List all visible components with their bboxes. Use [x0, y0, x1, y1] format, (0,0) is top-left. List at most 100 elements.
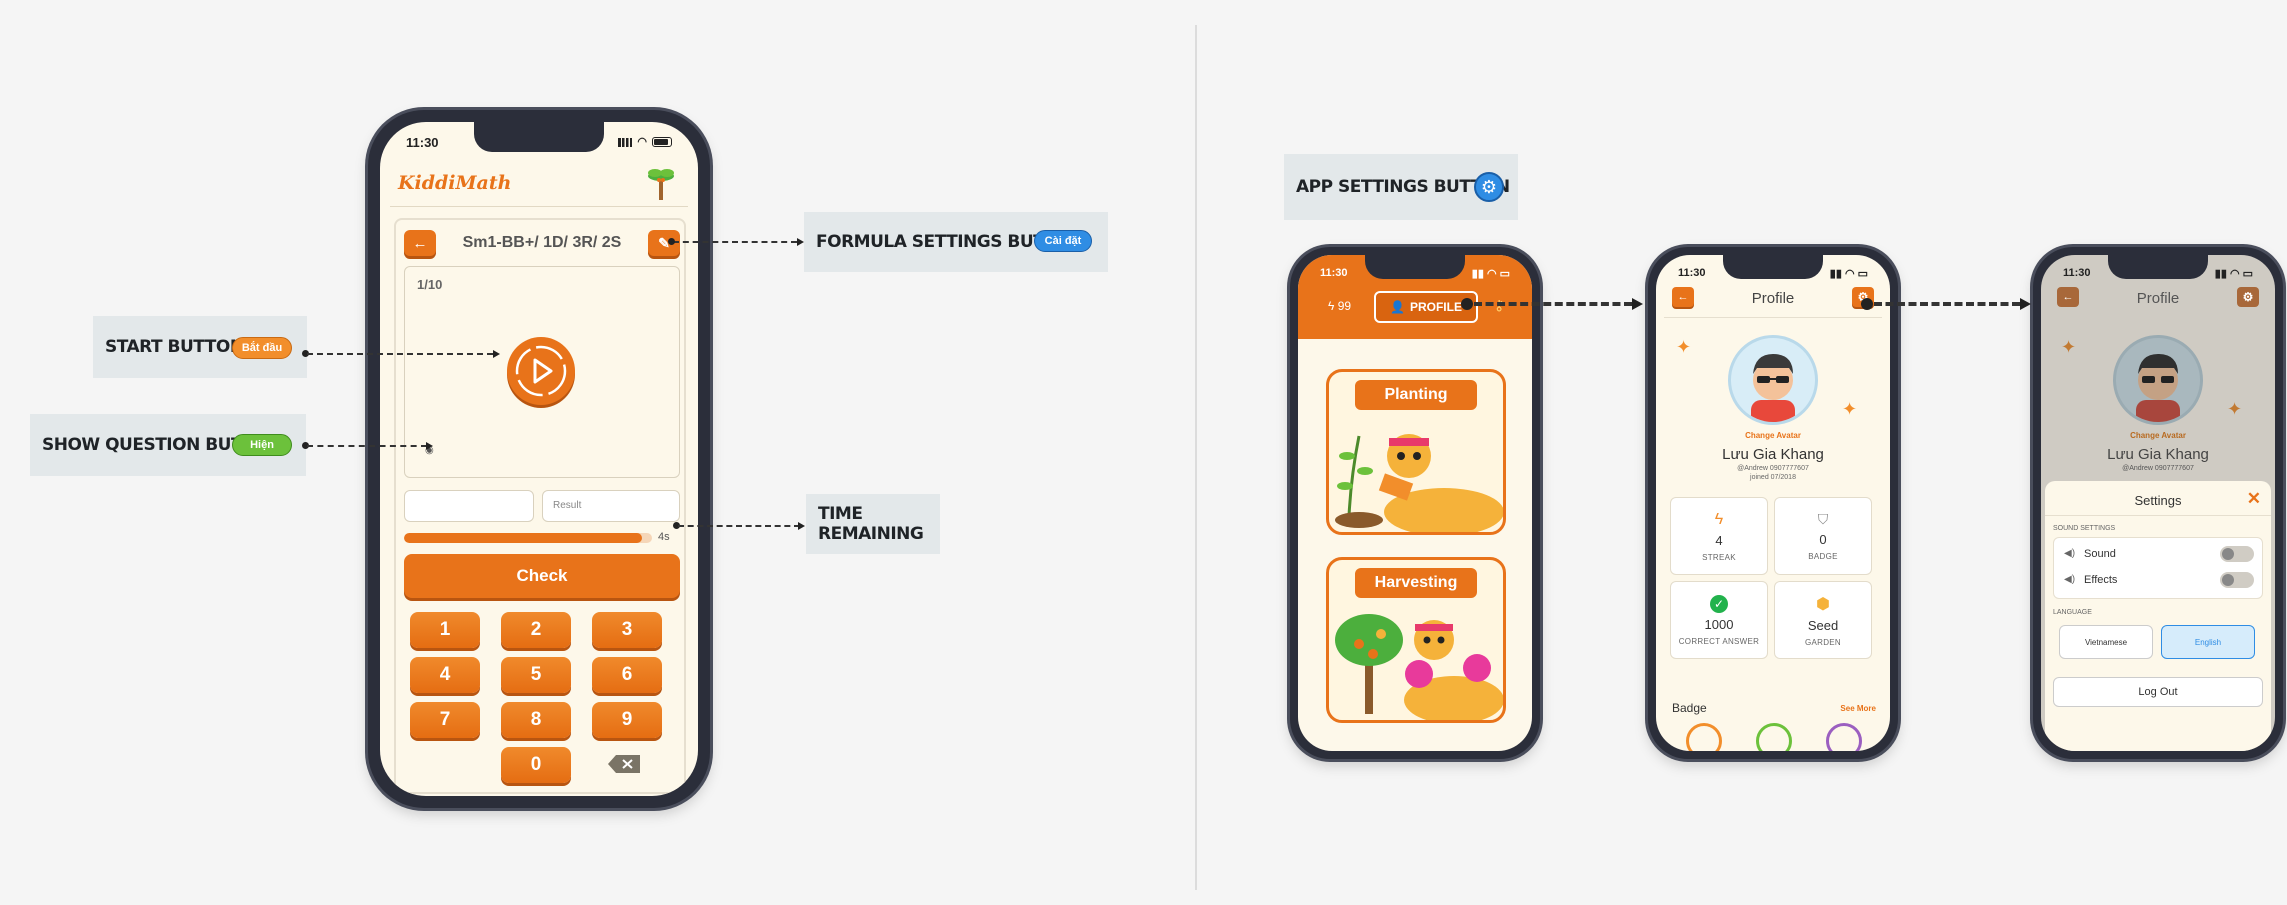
badge-section-title: Badge	[1672, 701, 1707, 715]
vietnamese-button[interactable]: Vietnamese	[2059, 625, 2153, 659]
connector-dot	[1861, 298, 1873, 310]
gear-icon: ⚙	[1474, 172, 1504, 202]
status-icons: ▮▮ ◠ ▭	[1829, 267, 1868, 280]
status-time: 11:30	[1320, 267, 1348, 279]
logout-button[interactable]: Log Out	[2053, 677, 2263, 707]
sparkle-icon: ✦	[1676, 337, 1692, 357]
effects-toggle[interactable]	[2220, 572, 2254, 588]
status-time: 11:30	[1678, 267, 1706, 279]
back-button[interactable]: ←	[404, 230, 436, 256]
formula-settings-button[interactable]: ✎	[648, 230, 680, 256]
connector-arrow	[797, 238, 804, 246]
badge-item	[1756, 723, 1792, 751]
speaker-icon: ◀)	[2064, 548, 2076, 559]
stat-card-streak: ϟ 4 STREAK	[1670, 497, 1768, 575]
status-bar: 11:30 ◠	[406, 132, 672, 152]
header-divider	[1664, 317, 1882, 318]
stat-card-badge: ⛉ 0 BADGE	[1774, 497, 1872, 575]
profile-name: Lưu Gia Khang	[1722, 446, 1824, 463]
answer-input[interactable]	[404, 490, 534, 522]
planting-card[interactable]: Planting	[1326, 369, 1506, 535]
time-remaining-bar	[404, 533, 652, 543]
sparkle-icon: ✦	[2061, 337, 2077, 357]
sound-section-label: SOUND SETTINGS	[2053, 525, 2116, 532]
connector-arrow	[426, 442, 433, 450]
profile-tab-label: PROFILE	[1409, 300, 1462, 314]
avatar	[2113, 335, 2203, 425]
toggle-knob	[2222, 574, 2234, 586]
connector-dot	[668, 238, 675, 245]
stat-label: CORRECT ANSWER	[1678, 636, 1760, 646]
start-connector	[307, 353, 493, 355]
connector-arrow	[798, 522, 805, 530]
gear-icon: ⚙	[2242, 290, 2254, 304]
home-phone: 11:30 ▮▮ ◠ ▭ ϟ 99 👤 PROFILE ⚷ Planting H…	[1290, 247, 1540, 759]
signal-icon	[618, 137, 633, 147]
key-0[interactable]: 0	[501, 747, 571, 783]
status-icons: ▮▮ ◠ ▭	[1471, 267, 1510, 280]
app-settings-button[interactable]: ⚙	[2237, 287, 2259, 307]
time-remaining-callout-label: TIME REMAINING	[818, 504, 924, 544]
see-more-link[interactable]: See More	[1840, 704, 1876, 713]
change-avatar-link[interactable]: Change Avatar	[1656, 431, 1890, 440]
close-icon[interactable]: ✕	[2247, 489, 2261, 509]
show-question-pill: Hiện	[232, 434, 292, 456]
sparkle-icon: ✦	[2227, 399, 2243, 419]
panel-divider	[2045, 515, 2271, 516]
lightning-icon: ϟ	[1328, 299, 1335, 313]
check-circle-icon: ✓	[1710, 594, 1728, 613]
question-progress: 1/10	[417, 277, 443, 292]
harvesting-illustration	[1335, 614, 1503, 720]
status-bar: 11:30 ▮▮ ◠ ▭	[2063, 263, 2253, 283]
stat-card-garden: ⬢ Seed GARDEN	[1774, 581, 1872, 659]
profile-flow-connector	[1474, 302, 1632, 306]
key-5[interactable]: 5	[501, 657, 571, 693]
settings-phone: 11:30 ▮▮ ◠ ▭ ← Profile ⚙ ✦ ✦ Change Avat…	[2033, 247, 2283, 759]
effects-icon: ◀)	[2064, 574, 2076, 585]
avatar[interactable]	[1728, 335, 1818, 425]
key-6[interactable]: 6	[592, 657, 662, 693]
status-bar: 11:30 ▮▮ ◠ ▭	[1320, 263, 1510, 283]
stat-value: 1000	[1704, 616, 1734, 632]
home-screen: 11:30 ▮▮ ◠ ▭ ϟ 99 👤 PROFILE ⚷ Planting H…	[1298, 255, 1532, 751]
badge-item	[1826, 723, 1862, 751]
profile-name: Lưu Gia Khang	[2107, 446, 2209, 463]
settings-screen: 11:30 ▮▮ ◠ ▭ ← Profile ⚙ ✦ ✦ Change Avat…	[2041, 255, 2275, 751]
planting-label: Planting	[1355, 380, 1477, 410]
result-input[interactable]: Result	[542, 490, 680, 522]
sound-toggle[interactable]	[2220, 546, 2254, 562]
formula-settings-connector	[673, 241, 797, 243]
profile-screen: 11:30 ▮▮ ◠ ▭ ← Profile ⚙ ✦ ✦ Change Avat…	[1656, 255, 1890, 751]
toggle-knob	[2222, 548, 2234, 560]
key-1[interactable]: 1	[410, 612, 480, 648]
profile-phone: 11:30 ▮▮ ◠ ▭ ← Profile ⚙ ✦ ✦ Change Avat…	[1648, 247, 1898, 759]
key-8[interactable]: 8	[501, 702, 571, 738]
time-remaining-callout: TIME REMAINING	[806, 494, 940, 554]
backspace-icon	[608, 755, 640, 773]
connector-dot	[1461, 298, 1473, 310]
streak-indicator: ϟ 99	[1328, 299, 1351, 313]
key-4[interactable]: 4	[410, 657, 480, 693]
profile-handle: @Andrew 0907777607	[1737, 465, 1809, 472]
palm-tree-icon	[646, 166, 676, 202]
status-bar: 11:30 ▮▮ ◠ ▭	[1678, 263, 1868, 283]
game-phone: 11:30 ◠ KiddiMath ← Sm1-BB+/ 1D/ 3R/ 2S …	[368, 110, 710, 808]
english-button[interactable]: English	[2161, 625, 2255, 659]
key-9[interactable]: 9	[592, 702, 662, 738]
app-logo: KiddiMath	[398, 172, 512, 194]
harvesting-card[interactable]: Harvesting	[1326, 557, 1506, 723]
profile-handle: @Andrew 0907777607	[2122, 465, 2194, 472]
start-button[interactable]	[507, 337, 575, 405]
start-pill: Bắt đầu	[232, 337, 292, 359]
header-divider	[390, 206, 688, 207]
check-button[interactable]: Check	[404, 554, 680, 598]
wifi-icon: ◠	[637, 135, 647, 148]
profile-joined: joined 07/2018	[1750, 474, 1796, 481]
sound-label: Sound	[2084, 548, 2116, 560]
stat-value: 4	[1715, 532, 1723, 548]
key-7[interactable]: 7	[410, 702, 480, 738]
key-2[interactable]: 2	[501, 612, 571, 648]
backspace-button[interactable]	[606, 753, 642, 775]
planting-illustration	[1335, 434, 1503, 532]
key-3[interactable]: 3	[592, 612, 662, 648]
